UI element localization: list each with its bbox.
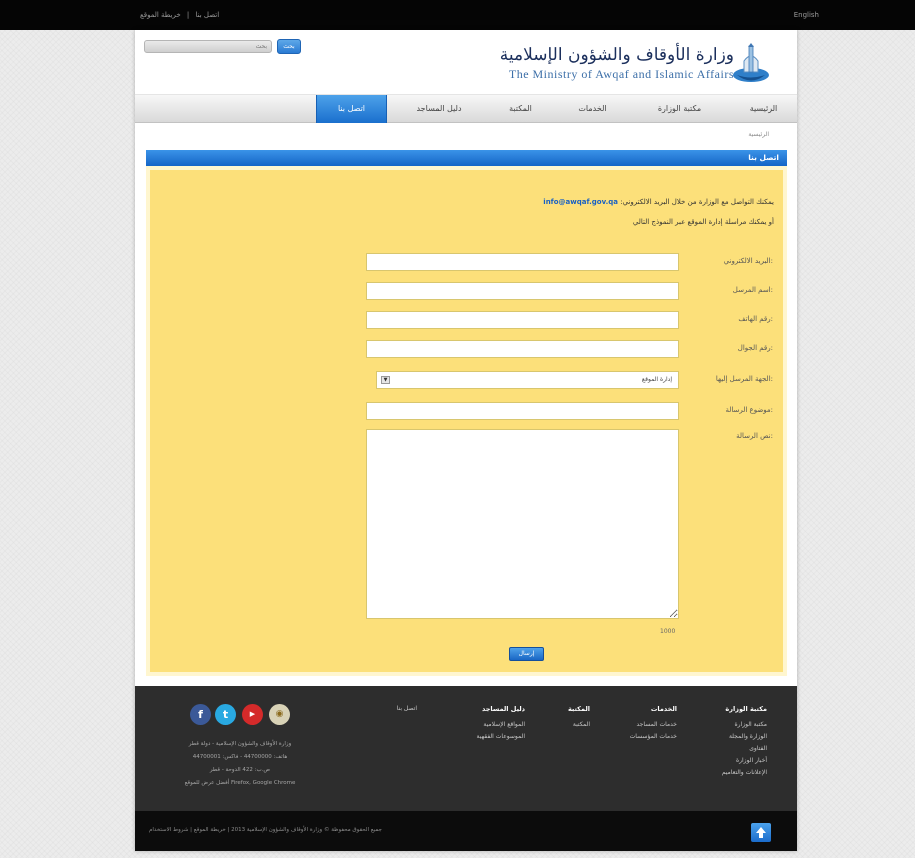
main-navigation: الرئيسية مكتبة الوزارة الخدمات المكتبة د… [135, 94, 797, 123]
ministry-logo-text[interactable]: وزارة الأوقاف والشؤون الإسلامية The Mini… [428, 45, 734, 81]
footer-column-mosques: دليل المساجد المواقع الإسلامية الموسوعات… [476, 705, 525, 743]
footer-link[interactable]: خدمات المؤسسات [630, 731, 677, 743]
footer-column-heading[interactable]: دليل المساجد [476, 705, 525, 713]
department-label: الجهة المرسل إليها: [715, 375, 773, 383]
nav-item-library[interactable]: مكتبة الوزارة [629, 95, 730, 123]
phone-field[interactable] [366, 311, 679, 329]
footer-info-line: هاتف: 44700000 - فاكس: 44700001 [192, 754, 288, 760]
footer-info-line: أفضل عرض للموقع Firefox, Google Chrome [184, 780, 296, 786]
footer-link[interactable]: المواقع الإسلامية [476, 719, 525, 731]
dropdown-arrow-icon[interactable]: ▼ [381, 376, 390, 384]
message-label: نص الرسالة: [736, 432, 773, 440]
footer-link[interactable]: خدمات المساجد [630, 719, 677, 731]
nav-item-home[interactable]: الرئيسية [730, 95, 797, 123]
copyright-text: جميع الحقوق محفوظة © وزارة الأوقاف والشؤ… [149, 827, 382, 833]
footer-info-line: وزارة الأوقاف والشؤون الإسلامية - دولة ق… [188, 741, 292, 747]
back-to-top-button[interactable] [751, 823, 771, 842]
twitter-icon[interactable]: t [215, 704, 236, 725]
nav-item-bookshop[interactable]: المكتبة [485, 95, 556, 123]
footer-column-bookshop: المكتبة المكتبة [568, 705, 590, 731]
footer-contact-info: وزارة الأوقاف والشؤون الإسلامية - دولة ق… [155, 738, 325, 790]
subject-field[interactable] [366, 402, 679, 420]
intro-message: يمكنك التواصل مع الوزارة من خلال البريد … [620, 198, 774, 206]
search-input[interactable] [144, 40, 272, 53]
top-link-sitemap[interactable]: خريطة الموقع [138, 11, 183, 19]
top-link-divider: | [186, 11, 190, 19]
search-button[interactable]: بحث [277, 39, 301, 54]
facebook-icon[interactable]: f [190, 704, 211, 725]
subject-label: موضوع الرسالة: [725, 406, 773, 414]
email-label: البريد الالكتروني: [723, 257, 773, 265]
footer-link[interactable]: مكتبة الوزارة [722, 719, 767, 731]
footer-info-line: ص.ب: 422 الدوحة - قطر [209, 767, 271, 773]
footer-column-heading[interactable]: مكتبة الوزارة [722, 705, 767, 713]
youtube-icon[interactable]: ▶ [242, 704, 263, 725]
footer-column-services: الخدمات خدمات المساجد خدمات المؤسسات [630, 705, 677, 743]
contact-panel: يمكنك التواصل مع الوزارة من خلال البريد … [146, 166, 787, 676]
email-field[interactable] [366, 253, 679, 271]
logo-english-title: The Ministry of Awqaf and Islamic Affair… [508, 67, 734, 81]
mobile-label: رقم الجوال: [737, 344, 773, 352]
page-title: اتصل بنا [146, 150, 787, 166]
mobile-field[interactable] [366, 340, 679, 358]
sender-name-field[interactable] [366, 282, 679, 300]
bottom-bar: جميع الحقوق محفوظة © وزارة الأوقاف والشؤ… [135, 811, 797, 851]
footer-column-heading[interactable]: الخدمات [630, 705, 677, 713]
department-select[interactable]: ▼ إدارة الموقع [376, 371, 679, 389]
intro-text-2: أو يمكنك مراسلة إدارة الموقع عبر النموذج… [632, 218, 774, 226]
breadcrumb[interactable]: الرئيسية [748, 131, 769, 138]
character-limit-note: 1000 [660, 628, 676, 635]
footer-link[interactable]: المكتبة [568, 719, 590, 731]
footer-link[interactable]: الموسوعات الفقهية [476, 731, 525, 743]
footer-contact-link[interactable]: اتصل بنا [397, 705, 417, 712]
language-switch[interactable]: English [794, 11, 819, 19]
footer-link[interactable]: الفتاوى [722, 743, 767, 755]
intro-email-link[interactable]: info@awqaf.gov.qa [543, 198, 618, 206]
footer-link[interactable]: الإعلانات والتعاميم [722, 767, 767, 779]
social-links: f t ▶ ◉ [190, 704, 300, 726]
top-link-contact[interactable]: اتصل بنا [194, 11, 222, 19]
ministry-emblem-icon[interactable] [729, 42, 773, 86]
department-selected-value: إدارة الموقع [641, 376, 672, 383]
footer-column-heading[interactable]: المكتبة [568, 705, 590, 713]
rss-icon[interactable]: ◉ [269, 704, 290, 725]
site-header: بحث وزارة الأوقاف والشؤون الإسلامية The … [135, 30, 797, 94]
arrow-up-icon [756, 827, 766, 838]
send-button[interactable]: إرسال [509, 647, 544, 661]
sender-name-label: اسم المرسل: [732, 286, 773, 294]
top-links: اتصل بنا | خريطة الموقع [138, 11, 221, 19]
nav-item-contact[interactable]: اتصل بنا [316, 95, 387, 123]
top-bar: اتصل بنا | خريطة الموقع English [0, 0, 915, 30]
footer-column-library: مكتبة الوزارة مكتبة الوزارة الوزارة والم… [722, 705, 767, 779]
footer-link[interactable]: الوزارة والمجلة [722, 731, 767, 743]
nav-item-services[interactable]: الخدمات [556, 95, 629, 123]
site-footer: f t ▶ ◉ وزارة الأوقاف والشؤون الإسلامية … [135, 686, 797, 811]
page-container: بحث وزارة الأوقاف والشؤون الإسلامية The … [135, 30, 797, 851]
nav-item-mosques[interactable]: دليل المساجد [393, 95, 485, 123]
intro-text: يمكنك التواصل مع الوزارة من خلال البريد … [543, 198, 774, 206]
phone-label: رقم الهاتف: [738, 315, 773, 323]
logo-arabic-title: وزارة الأوقاف والشؤون الإسلامية [499, 45, 734, 65]
message-textarea[interactable] [366, 429, 679, 619]
footer-column-contact: اتصل بنا [397, 705, 417, 712]
footer-link[interactable]: أخبار الوزارة [722, 755, 767, 767]
